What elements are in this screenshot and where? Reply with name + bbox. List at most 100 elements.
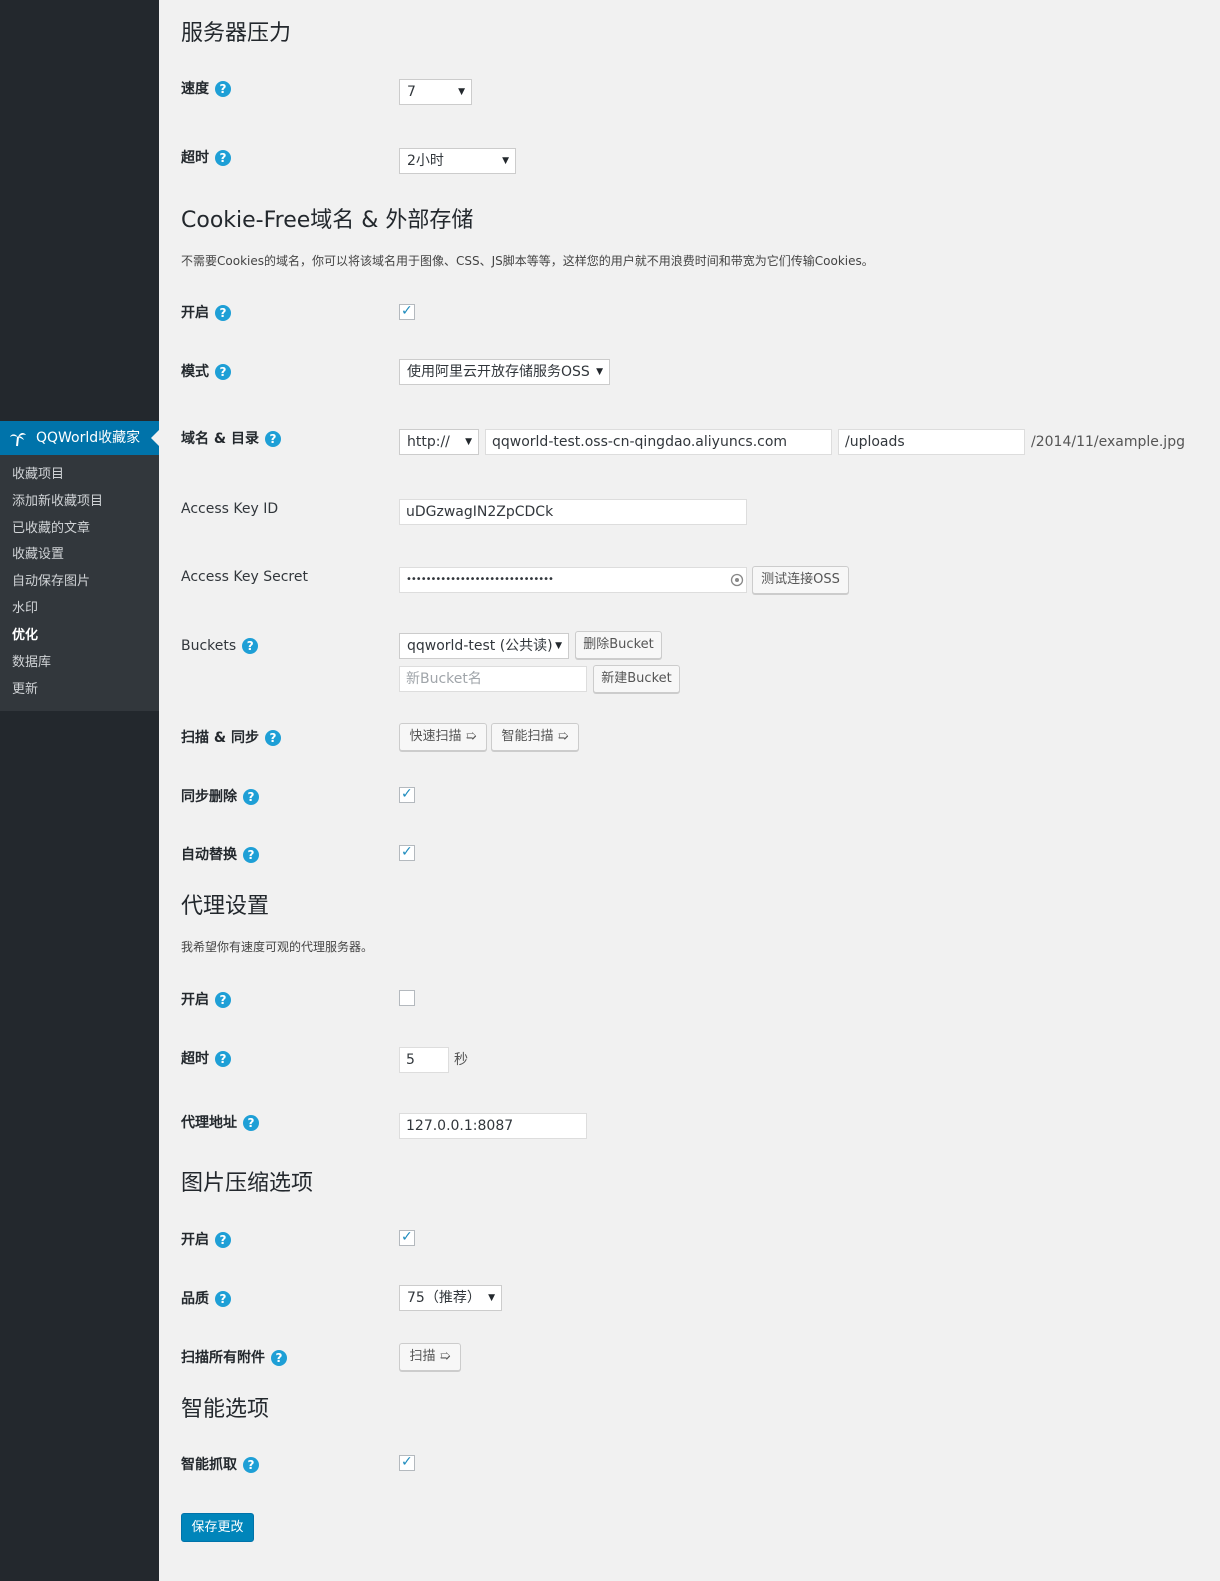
domain-input[interactable]: qqworld-test.oss-cn-qingdao.aliyuncs.com bbox=[485, 429, 832, 455]
protocol-select[interactable]: http:// ▼ bbox=[399, 429, 479, 455]
domain-label: 域名 & 目录 ? bbox=[181, 430, 281, 448]
cookie-enable-label: 开启 ? bbox=[181, 304, 231, 322]
proxy-address-input[interactable]: 127.0.0.1:8087 bbox=[399, 1113, 587, 1139]
current-menu-arrow bbox=[151, 430, 159, 446]
mode-select-value: 使用阿里云开放存储服务OSS bbox=[407, 364, 590, 380]
smart-grab-label-text: 智能抓取 bbox=[181, 1457, 237, 1473]
admin-sidebar: QQWorld收藏家 收藏项目 添加新收藏项目 已收藏的文章 收藏设置 自动保存… bbox=[0, 0, 159, 1581]
cookie-enable-checkbox[interactable]: ✓ bbox=[399, 303, 415, 320]
smart-scan-button[interactable]: 智能扫描 ➯ bbox=[491, 723, 579, 751]
sidebar-menu-qqworld-collector[interactable]: QQWorld收藏家 bbox=[0, 421, 159, 455]
submenu-item-database[interactable]: 数据库 bbox=[12, 655, 51, 671]
speed-label-text: 速度 bbox=[181, 81, 209, 97]
domain-label-text: 域名 & 目录 bbox=[181, 431, 259, 447]
help-icon[interactable]: ? bbox=[215, 364, 231, 380]
submenu-item-settings[interactable]: 收藏设置 bbox=[12, 547, 64, 563]
help-icon[interactable]: ? bbox=[215, 1232, 231, 1248]
proxy-enable-checkbox[interactable] bbox=[399, 990, 415, 1006]
save-changes-button[interactable]: 保存更改 bbox=[181, 1513, 254, 1542]
proxy-timeout-input[interactable]: 5 bbox=[399, 1047, 449, 1073]
quick-scan-button[interactable]: 快速扫描 ➯ bbox=[399, 723, 487, 751]
proxy-address-label-text: 代理地址 bbox=[181, 1115, 237, 1131]
scan-attachments-button[interactable]: 扫描 ➯ bbox=[399, 1343, 461, 1371]
proxy-enable-label: 开启 ? bbox=[181, 991, 231, 1009]
help-icon[interactable]: ? bbox=[215, 1291, 231, 1307]
caret-down-icon: ▼ bbox=[596, 367, 603, 377]
quality-label-text: 品质 bbox=[181, 1291, 209, 1307]
scan-all-attachments-label-text: 扫描所有附件 bbox=[181, 1350, 265, 1366]
timeout-select-value: 2小时 bbox=[407, 153, 444, 169]
section-title-proxy: 代理设置 bbox=[181, 894, 270, 919]
sync-delete-checkbox[interactable]: ✓ bbox=[399, 786, 415, 803]
quality-select[interactable]: 75（推荐） ▼ bbox=[399, 1285, 502, 1311]
protocol-select-value: http:// bbox=[407, 434, 450, 450]
timeout-select[interactable]: 2小时 ▼ bbox=[399, 148, 516, 174]
submenu-item-optimize[interactable]: 优化 bbox=[12, 628, 38, 644]
proxy-description: 我希望你有速度可观的代理服务器。 bbox=[181, 940, 374, 954]
submenu-item-update[interactable]: 更新 bbox=[12, 682, 38, 698]
test-oss-connection-button[interactable]: 测试连接OSS bbox=[752, 566, 849, 594]
timeout-label: 超时 ? bbox=[181, 149, 231, 167]
cookie-free-description: 不需要Cookies的域名，你可以将该域名用于图像、CSS、JS脚本等等，这样您… bbox=[181, 254, 874, 268]
timeout-label-text: 超时 bbox=[181, 150, 209, 166]
mode-select[interactable]: 使用阿里云开放存储服务OSS ▼ bbox=[399, 359, 610, 385]
check-icon: ✓ bbox=[401, 1229, 413, 1245]
check-icon: ✓ bbox=[401, 303, 413, 319]
submenu-item-watermark[interactable]: 水印 bbox=[12, 601, 38, 617]
check-icon: ✓ bbox=[401, 1454, 413, 1470]
palm-tree-icon bbox=[10, 432, 26, 447]
quality-select-value: 75（推荐） bbox=[407, 1290, 481, 1306]
auto-replace-checkbox[interactable]: ✓ bbox=[399, 844, 415, 861]
submenu-item-collections[interactable]: 收藏项目 bbox=[12, 467, 64, 483]
help-icon[interactable]: ? bbox=[215, 1051, 231, 1067]
reveal-password-icon[interactable] bbox=[730, 573, 744, 587]
submenu-item-auto-save-images[interactable]: 自动保存图片 bbox=[12, 574, 90, 590]
new-bucket-button[interactable]: 新建Bucket bbox=[593, 665, 680, 693]
help-icon[interactable]: ? bbox=[242, 638, 259, 654]
help-icon[interactable]: ? bbox=[264, 431, 281, 447]
help-icon[interactable]: ? bbox=[215, 150, 231, 166]
auto-replace-label: 自动替换 ? bbox=[181, 846, 259, 864]
sync-delete-label-text: 同步删除 bbox=[181, 789, 237, 805]
help-icon[interactable]: ? bbox=[215, 81, 231, 97]
delete-bucket-button[interactable]: 删除Bucket bbox=[575, 631, 662, 659]
mode-label: 模式 ? bbox=[181, 363, 231, 381]
help-icon[interactable]: ? bbox=[243, 1115, 259, 1131]
cookie-enable-label-text: 开启 bbox=[181, 305, 209, 321]
proxy-timeout-label: 超时 ? bbox=[181, 1050, 231, 1068]
help-icon[interactable]: ? bbox=[243, 789, 259, 805]
help-icon[interactable]: ? bbox=[243, 847, 259, 863]
help-icon[interactable]: ? bbox=[271, 1350, 287, 1366]
scan-all-attachments-label: 扫描所有附件 ? bbox=[181, 1349, 287, 1367]
check-icon: ✓ bbox=[401, 844, 413, 860]
auto-replace-label-text: 自动替换 bbox=[181, 847, 237, 863]
submenu-item-add-new[interactable]: 添加新收藏项目 bbox=[12, 494, 103, 510]
speed-label: 速度 ? bbox=[181, 80, 231, 98]
proxy-enable-label-text: 开启 bbox=[181, 992, 209, 1008]
help-icon[interactable]: ? bbox=[215, 305, 231, 321]
new-bucket-input[interactable]: 新Bucket名 bbox=[399, 666, 587, 692]
proxy-timeout-unit: 秒 bbox=[454, 1052, 468, 1068]
scan-sync-label: 扫描 & 同步 ? bbox=[181, 729, 281, 747]
access-key-id-label: Access Key ID bbox=[181, 500, 278, 518]
smart-grab-label: 智能抓取 ? bbox=[181, 1456, 259, 1474]
access-key-id-label-text: Access Key ID bbox=[181, 501, 279, 517]
check-icon: ✓ bbox=[401, 786, 413, 802]
help-icon[interactable]: ? bbox=[264, 730, 281, 746]
bucket-select[interactable]: qqworld-test (公共读) ▼ bbox=[399, 633, 569, 659]
compress-enable-label-text: 开启 bbox=[181, 1232, 209, 1248]
access-key-secret-label-text: Access Key Secret bbox=[181, 569, 308, 585]
access-key-id-input[interactable]: uDGzwagIN2ZpCDCk bbox=[399, 499, 747, 525]
proxy-timeout-label-text: 超时 bbox=[181, 1051, 209, 1067]
smart-grab-checkbox[interactable]: ✓ bbox=[399, 1454, 415, 1471]
speed-select[interactable]: 7 ▼ bbox=[399, 79, 472, 105]
caret-down-icon: ▼ bbox=[502, 156, 509, 166]
caret-down-icon: ▼ bbox=[488, 1293, 495, 1303]
submenu-item-collected-posts[interactable]: 已收藏的文章 bbox=[12, 521, 90, 537]
help-icon[interactable]: ? bbox=[243, 1457, 259, 1473]
sync-delete-label: 同步删除 ? bbox=[181, 788, 259, 806]
directory-input[interactable]: /uploads bbox=[838, 429, 1025, 455]
access-key-secret-input[interactable]: •••••••••••••••••••••••••••••• bbox=[399, 567, 747, 593]
compress-enable-checkbox[interactable]: ✓ bbox=[399, 1229, 415, 1246]
help-icon[interactable]: ? bbox=[215, 992, 231, 1008]
